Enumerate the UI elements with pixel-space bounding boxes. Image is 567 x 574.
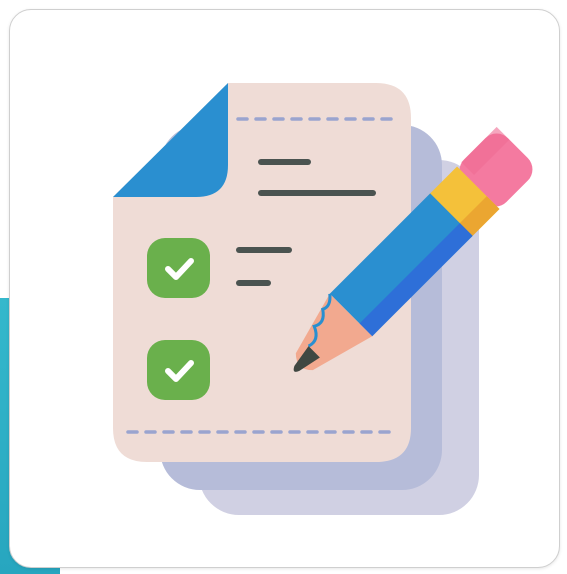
folded-corner: [113, 83, 228, 197]
checkbox-checked: [147, 238, 210, 298]
page: [0, 0, 567, 574]
checkbox-checked: [147, 340, 210, 400]
checklist-with-pencil-icon: [113, 83, 533, 515]
